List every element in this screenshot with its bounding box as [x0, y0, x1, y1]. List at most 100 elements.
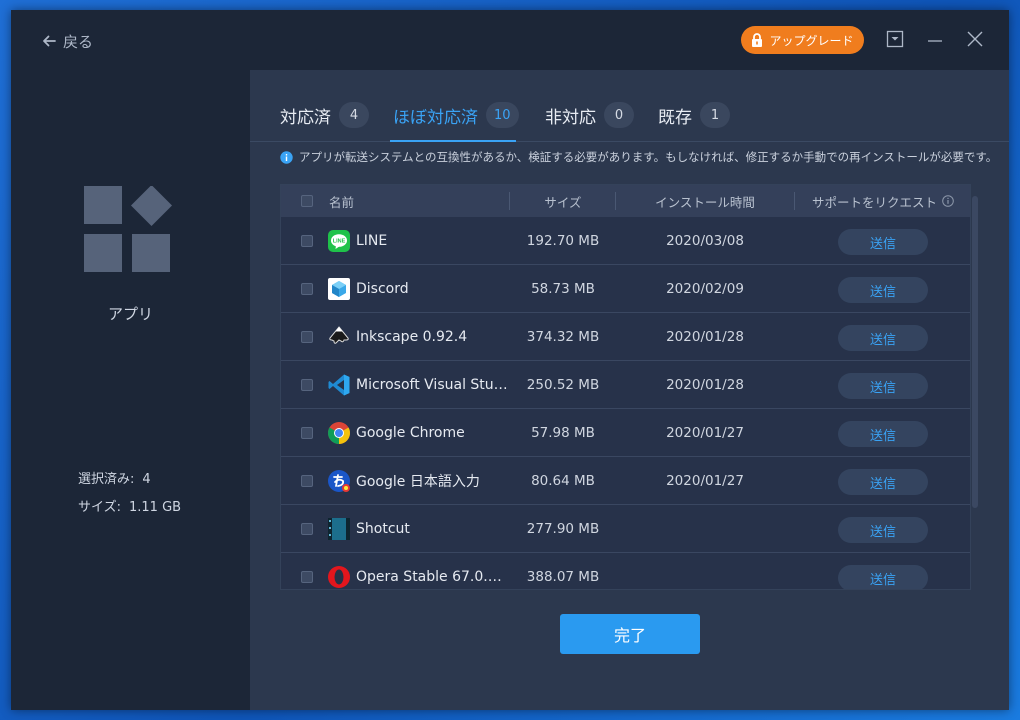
app-size: 57.98 MB	[531, 425, 595, 441]
header-install-time[interactable]: インストール時間	[616, 185, 794, 217]
tab-count-badge: 10	[486, 102, 519, 128]
row-checkbox[interactable]	[301, 475, 313, 487]
close-button[interactable]	[966, 30, 986, 50]
table-row: Google Chrome 57.98 MB 2020/01/27 送信	[281, 409, 970, 457]
menu-dropdown-button[interactable]	[886, 30, 906, 50]
tab-bar: 対応済 4 ほぼ対応済 10 非対応 0 既存 1	[250, 70, 1009, 142]
row-checkbox[interactable]	[301, 331, 313, 343]
app-name: Google Chrome	[356, 425, 465, 441]
apps-grid-icon	[84, 186, 173, 272]
app-size: 277.90 MB	[526, 521, 600, 537]
done-button[interactable]: 完了	[560, 614, 700, 654]
app-window: 戻る アップグレード アプリ 選択済み: 4 サイズ: 1.11 GB 対応済 …	[11, 10, 1009, 710]
main-panel: 対応済 4 ほぼ対応済 10 非対応 0 既存 1 アプリが転送システムとの互換…	[250, 70, 1009, 710]
back-button[interactable]: 戻る	[41, 30, 93, 52]
line-icon: LINE	[328, 230, 350, 252]
header-size[interactable]: サイズ	[510, 185, 616, 217]
tab-count-badge: 4	[339, 102, 369, 128]
app-name-cell: Google Chrome	[327, 409, 509, 457]
send-request-button[interactable]: 送信	[838, 277, 928, 303]
select-all-checkbox[interactable]	[301, 195, 313, 207]
app-name: Shotcut	[356, 521, 410, 537]
size-value: 1.11 GB	[129, 500, 182, 515]
header-support-label: サポートをリクエスト	[811, 194, 937, 210]
app-name: Microsoft Visual Stu…	[356, 377, 508, 393]
sidebar: アプリ 選択済み: 4 サイズ: 1.11 GB	[11, 70, 250, 710]
upgrade-label: アップグレード	[769, 33, 854, 48]
row-checkbox[interactable]	[301, 571, 313, 583]
install-date	[617, 505, 793, 553]
app-size: 374.32 MB	[526, 329, 600, 345]
tab-label: ほぼ対応済	[393, 107, 478, 128]
app-name-cell: Microsoft Visual Stu…	[327, 361, 509, 409]
shotcut-icon	[328, 518, 350, 540]
app-name-cell: Shotcut	[327, 505, 509, 553]
size-label: サイズ:	[78, 500, 121, 515]
tab-mostly-compatible[interactable]: ほぼ対応済 10	[393, 100, 519, 130]
install-date: 2020/03/08	[666, 233, 744, 249]
row-checkbox[interactable]	[301, 523, 313, 535]
app-size: 192.70 MB	[526, 233, 600, 249]
install-date	[617, 553, 793, 589]
arrow-left-icon	[43, 35, 56, 47]
table-row: Google 日本語入力 80.64 MB 2020/01/27 送信	[281, 457, 970, 505]
svg-text:LINE: LINE	[333, 239, 346, 245]
selected-count: 選択済み: 4	[78, 468, 151, 487]
dropdown-box-icon	[886, 30, 904, 48]
minimize-button[interactable]	[926, 30, 946, 50]
close-icon	[967, 31, 983, 47]
tab-incompatible[interactable]: 非対応 0	[545, 100, 634, 130]
inkscape-icon	[329, 326, 349, 344]
tab-existing[interactable]: 既存 1	[658, 100, 730, 130]
lock-icon	[752, 33, 763, 47]
sidebar-title: アプリ	[107, 305, 153, 323]
install-date: 2020/01/27	[666, 473, 744, 489]
table-row: Inkscape 0.92.4 374.32 MB 2020/01/28 送信	[281, 313, 970, 361]
app-name: Google 日本語入力	[356, 474, 480, 490]
row-checkbox[interactable]	[301, 427, 313, 439]
row-checkbox[interactable]	[301, 283, 313, 295]
app-name-cell: Inkscape 0.92.4	[327, 313, 509, 361]
app-name: Inkscape 0.92.4	[356, 329, 468, 345]
upgrade-button[interactable]: アップグレード	[741, 26, 864, 54]
row-checkbox[interactable]	[301, 379, 313, 391]
send-request-button[interactable]: 送信	[838, 565, 928, 589]
table-row: Microsoft Visual Stu… 250.52 MB 2020/01/…	[281, 361, 970, 409]
notice-text: アプリが転送システムとの互換性があるか、検証する必要があります。もしなければ、修…	[299, 150, 998, 164]
install-date: 2020/02/09	[666, 281, 744, 297]
header-support: サポートをリクエスト	[795, 185, 970, 217]
send-request-button[interactable]: 送信	[838, 469, 928, 495]
table-header: 名前 サイズ インストール時間 サポートをリクエスト	[281, 185, 970, 217]
tab-label: 対応済	[280, 107, 331, 128]
opera-icon	[328, 566, 350, 588]
app-name: LINE	[356, 233, 388, 249]
app-size: 250.52 MB	[526, 377, 600, 393]
selected-label: 選択済み:	[78, 472, 135, 487]
install-date: 2020/01/27	[666, 425, 744, 441]
vscode-icon	[328, 374, 350, 396]
install-date: 2020/01/28	[666, 377, 744, 393]
send-request-button[interactable]: 送信	[838, 421, 928, 447]
row-checkbox[interactable]	[301, 235, 313, 247]
header-name[interactable]: 名前	[329, 185, 354, 217]
app-name-cell: Discord	[327, 265, 509, 313]
app-size: 58.73 MB	[531, 281, 595, 297]
table-scrollbar[interactable]	[972, 196, 978, 508]
app-name: Discord	[356, 281, 409, 297]
active-tab-indicator	[390, 140, 516, 142]
send-request-button[interactable]: 送信	[838, 229, 928, 255]
send-request-button[interactable]: 送信	[838, 517, 928, 543]
app-size: 388.07 MB	[526, 569, 600, 585]
app-size: 80.64 MB	[531, 473, 595, 489]
tab-compatible[interactable]: 対応済 4	[280, 100, 369, 130]
table-row: Shotcut 277.90 MB 送信	[281, 505, 970, 553]
app-name: Opera Stable 67.0.…	[356, 569, 502, 585]
send-request-button[interactable]: 送信	[838, 373, 928, 399]
tab-label: 非対応	[545, 107, 596, 128]
selected-value: 4	[142, 472, 151, 487]
send-request-button[interactable]: 送信	[838, 325, 928, 351]
discord-icon	[328, 278, 350, 300]
table-row: Opera Stable 67.0.… 388.07 MB 送信	[281, 553, 970, 589]
info-outline-icon[interactable]	[942, 195, 954, 207]
app-table: 名前 サイズ インストール時間 サポートをリクエスト LINE LINE 192…	[280, 184, 971, 590]
